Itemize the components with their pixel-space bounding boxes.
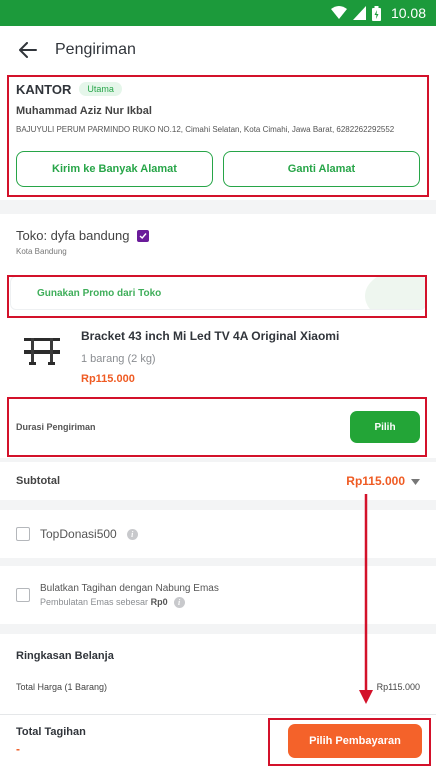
subtotal-value: Rp115.000: [346, 474, 405, 488]
gold-rounding-checkbox[interactable]: [16, 588, 30, 602]
app-bar: Pengiriman: [0, 26, 436, 74]
status-time: 10.08: [390, 5, 426, 21]
gold-rounding-amount: Rp0: [150, 597, 168, 607]
product-image: [20, 332, 64, 372]
chevron-down-icon: [411, 472, 420, 490]
subtotal-label: Subtotal: [16, 475, 60, 487]
recipient-name: Muhammad Aziz Nur Ikbal: [16, 105, 152, 117]
gold-rounding-title: Bulatkan Tagihan dengan Nabung Emas: [40, 582, 219, 594]
subtotal-row: Subtotal Rp115.000: [0, 462, 436, 500]
official-store-icon: [137, 229, 150, 242]
gold-rounding-row: Bulatkan Tagihan dengan Nabung Emas Pemb…: [0, 566, 436, 624]
total-price-value: Rp115.000: [376, 682, 420, 692]
product-price: Rp115.000: [81, 373, 135, 385]
donation-label: TopDonasi500: [40, 527, 117, 541]
shop-city: Kota Bandung: [16, 247, 67, 256]
status-bar: 10.08: [0, 0, 436, 26]
back-arrow-icon[interactable]: [16, 38, 40, 62]
promo-decoration: [365, 277, 425, 309]
page-title: Pengiriman: [55, 41, 136, 58]
promo-label: Gunakan Promo dari Toko: [37, 287, 162, 299]
summary-title: Ringkasan Belanja: [16, 650, 114, 662]
address-label: KANTOR: [16, 81, 72, 97]
subtotal-toggle[interactable]: Rp115.000: [346, 472, 420, 490]
product-name: Bracket 43 inch Mi Led TV 4A Original Xi…: [81, 329, 340, 343]
total-bill-value: -: [16, 742, 20, 756]
primary-address-badge: Utama: [79, 82, 122, 96]
shop-name: Toko: dyfa bandung: [16, 228, 130, 243]
product-item: Bracket 43 inch Mi Led TV 4A Original Xi…: [0, 322, 436, 396]
wifi-icon: [330, 6, 347, 20]
donation-checkbox[interactable]: [16, 527, 30, 541]
multi-address-button[interactable]: Kirim ke Banyak Alamat: [16, 151, 213, 187]
total-price-label: Total Harga (1 Barang): [16, 682, 108, 692]
shop-promo-button[interactable]: Gunakan Promo dari Toko: [10, 276, 426, 310]
change-address-button[interactable]: Ganti Alamat: [223, 151, 420, 187]
shipping-duration-label: Durasi Pengiriman: [16, 422, 96, 432]
order-summary: Ringkasan Belanja Total Harga (1 Barang)…: [0, 634, 436, 714]
donation-row: TopDonasi500 i: [0, 510, 436, 558]
shop-header: Toko: dyfa bandung Kota Bandung: [0, 214, 436, 266]
info-icon[interactable]: i: [173, 596, 185, 608]
choose-payment-button[interactable]: Pilih Pembayaran: [288, 724, 422, 758]
info-icon[interactable]: i: [126, 528, 138, 540]
promo-section: Gunakan Promo dari Toko: [0, 266, 436, 322]
choose-shipping-button[interactable]: Pilih: [350, 411, 420, 443]
gold-rounding-subtitle: Pembulatan Emas sebesar Rp0: [40, 597, 168, 607]
address-section: KANTOR Utama Muhammad Aziz Nur Ikbal BAJ…: [0, 74, 436, 200]
shipping-duration-section: Durasi Pengiriman Pilih: [0, 396, 436, 458]
total-bill-label: Total Tagihan: [16, 726, 86, 738]
bottom-checkout-bar: Total Tagihan - Pilih Pembayaran: [0, 714, 436, 767]
address-detail: BAJUYULI PERUM PARMINDO RUKO NO.12, Cima…: [16, 125, 395, 134]
product-quantity: 1 barang (2 kg): [81, 353, 156, 365]
battery-icon: [371, 5, 381, 21]
signal-icon: [352, 6, 366, 20]
